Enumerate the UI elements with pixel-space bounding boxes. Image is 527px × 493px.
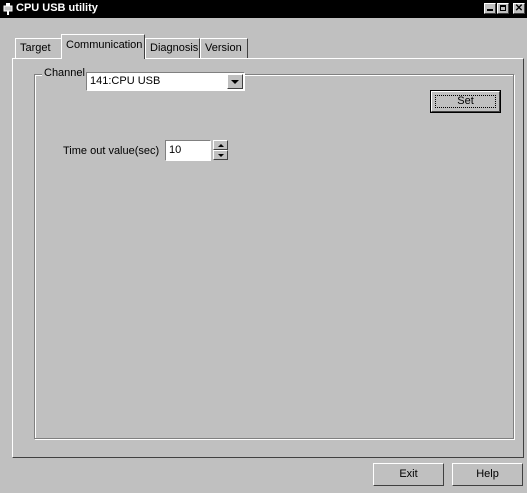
usb-plug-icon bbox=[3, 3, 13, 15]
channel-groupbox bbox=[34, 74, 514, 439]
title-bar[interactable]: CPU USB utility ✕ bbox=[0, 0, 527, 18]
help-button[interactable]: Help bbox=[452, 463, 523, 486]
tab-version[interactable]: Version bbox=[200, 38, 248, 58]
channel-select[interactable]: 141:CPU USB bbox=[86, 72, 245, 91]
set-button[interactable]: Set bbox=[430, 90, 501, 113]
chevron-down-icon[interactable] bbox=[227, 74, 243, 89]
timeout-input[interactable]: 10 bbox=[165, 140, 211, 161]
window-title: CPU USB utility bbox=[16, 2, 98, 14]
close-icon: ✕ bbox=[514, 3, 524, 14]
timeout-label: Time out value(sec) bbox=[63, 145, 160, 157]
tab-diagnosis[interactable]: Diagnosis bbox=[145, 38, 200, 58]
spin-down-icon[interactable] bbox=[213, 150, 228, 160]
spin-up-icon[interactable] bbox=[213, 140, 228, 150]
tab-target[interactable]: Target bbox=[15, 38, 62, 58]
maximize-button[interactable] bbox=[497, 3, 509, 14]
app-window: CPU USB utility ✕ Target Communication D… bbox=[0, 0, 527, 493]
timeout-value: 10 bbox=[169, 144, 182, 156]
tab-communication[interactable]: Communication bbox=[61, 34, 145, 59]
focus-rect bbox=[435, 95, 496, 108]
channel-value: 141:CPU USB bbox=[90, 75, 161, 87]
close-button[interactable]: ✕ bbox=[513, 3, 525, 14]
exit-button[interactable]: Exit bbox=[373, 463, 444, 486]
channel-label: Channel bbox=[42, 67, 87, 79]
minimize-button[interactable] bbox=[484, 3, 496, 14]
